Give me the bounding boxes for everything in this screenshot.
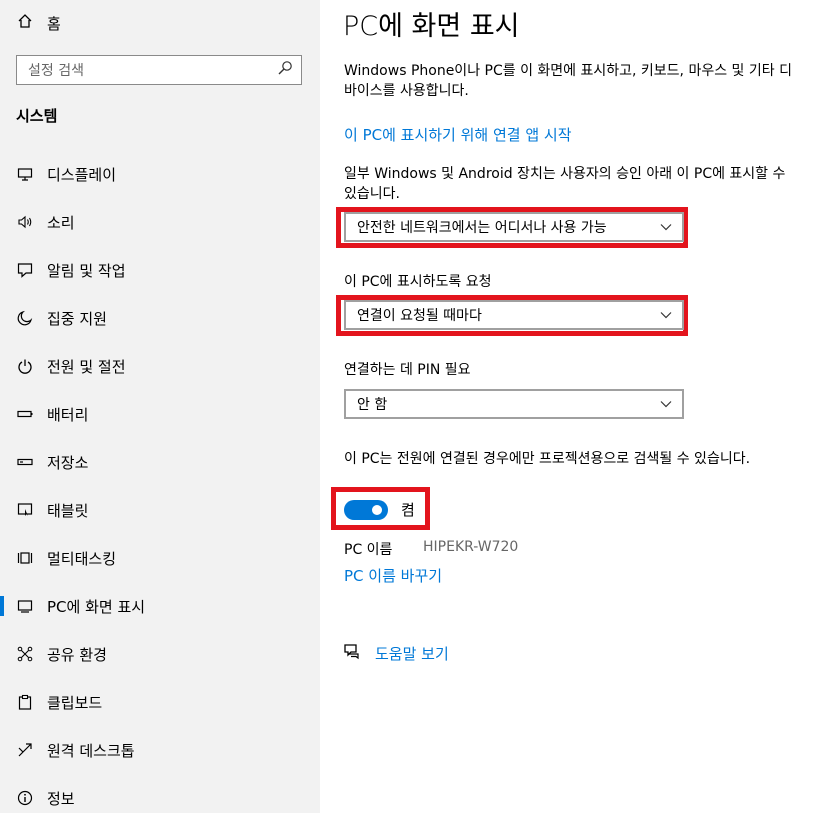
sidebar-item-label: 전원 및 절전 [47, 357, 126, 376]
chevron-down-icon [660, 219, 672, 235]
availability-dropdown[interactable]: 안전한 네트워크에서는 어디서나 사용 가능 [344, 212, 684, 242]
clipboard-icon [16, 693, 34, 711]
moon-icon [16, 309, 34, 327]
multitasking-icon [16, 549, 34, 567]
section-title: 시스템 [16, 107, 58, 125]
chevron-down-icon [660, 396, 672, 412]
sidebar-item-label: 태블릿 [47, 501, 89, 520]
sidebar-item-multitasking[interactable]: 멀티태스킹 [0, 534, 320, 582]
chevron-down-icon [660, 307, 672, 323]
sidebar-item-label: 디스플레이 [47, 165, 117, 184]
shared-experiences-icon [16, 645, 34, 663]
ask-to-project-dropdown[interactable]: 연결이 요청될 때마다 [344, 300, 684, 330]
sidebar-item-power[interactable]: 전원 및 절전 [0, 342, 320, 390]
sidebar-item-label: 배터리 [47, 405, 89, 424]
sidebar-item-label: 정보 [47, 789, 75, 808]
page-title: PC에 화면 표시 [343, 11, 520, 42]
power-discovery-text: 이 PC는 전원에 연결된 경우에만 프로젝션용으로 검색될 수 있습니다. [344, 451, 751, 467]
sidebar-item-label: 집중 지원 [47, 309, 107, 328]
speaker-icon [16, 213, 34, 231]
battery-icon [16, 405, 34, 423]
sidebar-item-tablet[interactable]: 태블릿 [0, 486, 320, 534]
home-icon [17, 13, 47, 33]
ask-to-project-value: 연결이 요청될 때마다 [357, 308, 482, 324]
sidebar-item-label: 공유 환경 [47, 645, 107, 664]
notification-icon [16, 261, 34, 279]
availability-description: 일부 Windows 및 Android 장치는 사용자의 승인 아래 이 PC… [344, 166, 786, 202]
toggle-state-label: 켬 [401, 501, 415, 519]
pin-required-dropdown[interactable]: 안 함 [344, 389, 684, 419]
sidebar-item-notifications[interactable]: 알림 및 작업 [0, 246, 320, 294]
sidebar-item-battery[interactable]: 배터리 [0, 390, 320, 438]
sidebar-item-label: 멀티태스킹 [47, 549, 117, 568]
remote-desktop-icon [16, 741, 34, 759]
sidebar-item-project-to-pc[interactable]: PC에 화면 표시 [0, 582, 320, 630]
search-icon[interactable] [277, 60, 293, 80]
pin-required-label: 연결하는 데 PIN 필요 [344, 362, 471, 378]
home-link[interactable]: 홈 [17, 11, 61, 35]
monitor-icon [16, 165, 34, 183]
availability-dropdown-value: 안전한 네트워크에서는 어디서나 사용 가능 [357, 220, 607, 236]
sidebar-nav: 디스플레이 소리 알림 및 작업 집중 지원 전원 및 절전 배터리 저장소 태… [0, 150, 320, 822]
sidebar-item-storage[interactable]: 저장소 [0, 438, 320, 486]
toggle-knob [372, 505, 382, 515]
sidebar-item-shared-experiences[interactable]: 공유 환경 [0, 630, 320, 678]
sidebar-item-label: 알림 및 작업 [47, 261, 126, 280]
search-placeholder: 설정 검색 [28, 63, 84, 79]
ask-to-project-label: 이 PC에 표시하도록 요청 [344, 274, 492, 290]
get-help-link[interactable]: 도움말 보기 [375, 643, 449, 664]
help-chat-icon [343, 642, 361, 664]
sidebar-item-focus-assist[interactable]: 집중 지원 [0, 294, 320, 342]
storage-icon [16, 453, 34, 471]
description-text: Windows Phone이나 PC를 이 화면에 표시하고, 키보드, 마우스… [344, 63, 792, 99]
project-icon [16, 597, 34, 615]
sidebar-item-remote-desktop[interactable]: 원격 데스크톱 [0, 726, 320, 774]
help-row: 도움말 보기 [343, 642, 449, 664]
sidebar-item-label: 소리 [47, 213, 75, 232]
pin-required-value: 안 함 [357, 397, 388, 413]
sidebar: 홈 설정 검색 시스템 디스플레이 소리 알림 및 작업 집중 지원 전원 및 … [0, 0, 320, 813]
rename-pc-link[interactable]: PC 이름 바꾸기 [344, 565, 442, 586]
info-icon [16, 789, 34, 807]
sidebar-item-label: 클립보드 [47, 693, 103, 712]
sidebar-item-about[interactable]: 정보 [0, 774, 320, 822]
sidebar-item-label: PC에 화면 표시 [47, 597, 146, 616]
sidebar-item-label: 저장소 [47, 453, 89, 472]
tablet-icon [16, 501, 34, 519]
sidebar-item-clipboard[interactable]: 클립보드 [0, 678, 320, 726]
power-discovery-toggle[interactable] [344, 500, 388, 520]
power-icon [16, 357, 34, 375]
launch-connect-app-link[interactable]: 이 PC에 표시하기 위해 연결 앱 시작 [344, 124, 572, 145]
search-input[interactable]: 설정 검색 [16, 55, 302, 85]
pc-name-label: PC 이름 [344, 542, 393, 558]
home-label: 홈 [47, 14, 61, 33]
sidebar-item-sound[interactable]: 소리 [0, 198, 320, 246]
sidebar-item-display[interactable]: 디스플레이 [0, 150, 320, 198]
pc-name-value: HIPEKR-W720 [423, 539, 519, 555]
sidebar-item-label: 원격 데스크톱 [47, 741, 135, 760]
